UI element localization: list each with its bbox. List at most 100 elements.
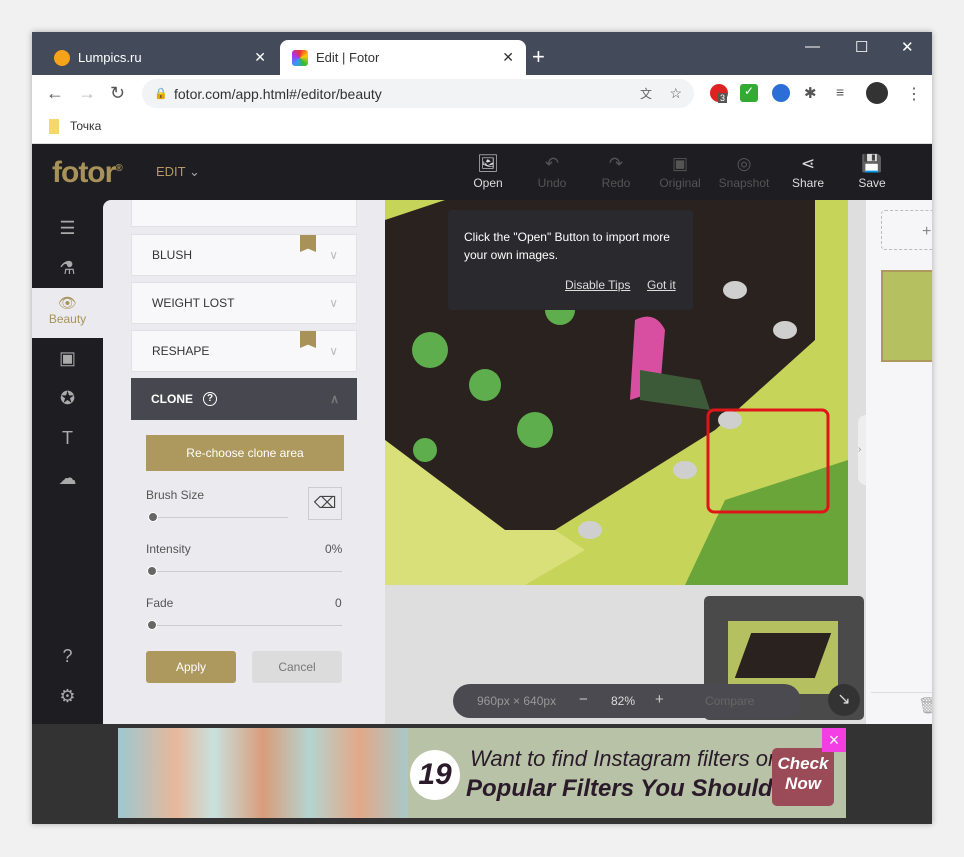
back-icon[interactable]: ←	[46, 83, 64, 104]
beauty-panel: BLUSH ∨ WEIGHT LOST ∨ RESHAPE ∨ CLONE? ∧ Re-…	[103, 200, 385, 724]
tab-lumpics[interactable]: Lumpics.ru ✕	[42, 40, 278, 75]
fade-label: Fade	[146, 596, 174, 610]
chevron-down-icon: ∨	[329, 248, 338, 262]
zoom-bar: 960px × 640px − 82% + Compare	[453, 684, 801, 718]
help-icon[interactable]: ?	[203, 392, 217, 406]
tips-popup: Click the "Open" Button to import more y…	[448, 210, 693, 310]
redo-button[interactable]: ↷ Redo	[586, 154, 646, 190]
save-button[interactable]: 💾 Save	[842, 154, 902, 190]
translate-icon[interactable]: 文	[640, 85, 652, 102]
zoom-out-button[interactable]: −	[579, 691, 588, 708]
rail-item-beauty[interactable]: 👁 Beauty	[32, 288, 103, 338]
original-icon: ▣	[671, 154, 689, 173]
fade-handle[interactable]	[147, 620, 157, 630]
puzzle-icon[interactable]: ✱	[804, 84, 822, 102]
maximize-icon[interactable]: ☐	[855, 38, 868, 56]
lock-icon: 🔒	[154, 88, 168, 100]
share-icon: ⋖	[800, 154, 816, 173]
browser-window: Lumpics.ru ✕ Edit | Fotor ✕ + — ☐ ✕ ← → ↻ …	[32, 32, 932, 824]
brush-size-label: Brush Size	[146, 488, 205, 502]
url-text: fotor.com/app.html#/editor/beauty	[174, 85, 382, 102]
folder-icon	[49, 119, 59, 134]
fotor-logo[interactable]: fotor®	[52, 156, 123, 190]
star-icon[interactable]: ☆	[669, 85, 682, 102]
snapshot-button[interactable]: ◎ Snapshot	[714, 154, 774, 190]
accordion-clone[interactable]: CLONE? ∧	[131, 378, 357, 420]
help-icon[interactable]: ?	[32, 646, 103, 667]
image-thumbnail[interactable]	[881, 270, 932, 362]
ad-number: 19	[410, 750, 460, 800]
share-button[interactable]: ⋖ Share	[778, 154, 838, 190]
section-label: WEIGHT LOST	[152, 296, 235, 310]
new-tab-icon[interactable]: +	[532, 44, 545, 70]
tab-label: Edit | Fotor	[316, 50, 380, 65]
opera-extension-icon[interactable]: 3	[710, 84, 728, 103]
undo-button[interactable]: ↶ Undo	[522, 154, 582, 190]
close-ad-button[interactable]: ×	[822, 728, 846, 752]
tool-label: Share	[791, 176, 825, 190]
globe-extension-icon[interactable]	[772, 84, 790, 102]
tab-bar: Lumpics.ru ✕ Edit | Fotor ✕ + — ☐ ✕	[32, 32, 932, 75]
accordion-weight-lost[interactable]: WEIGHT LOST ∨	[131, 282, 357, 324]
menu-icon[interactable]: ⋮	[906, 84, 924, 103]
rechoose-clone-area-button[interactable]: Re-choose clone area	[146, 435, 344, 471]
delete-icon[interactable]: 🗑	[918, 696, 932, 716]
text-icon[interactable]: T	[32, 428, 103, 449]
intensity-handle[interactable]	[147, 566, 157, 576]
disable-tips-link[interactable]: Disable Tips	[565, 276, 630, 294]
compare-button[interactable]: Compare	[705, 694, 754, 708]
close-window-icon[interactable]: ✕	[901, 38, 914, 56]
zoom-in-button[interactable]: +	[655, 691, 664, 708]
url-input[interactable]: 🔒 fotor.com/app.html#/editor/beauty 文 ☆	[142, 79, 694, 108]
intensity-slider[interactable]	[150, 571, 342, 572]
badge: 3	[718, 93, 728, 103]
fotor-favicon	[292, 49, 308, 66]
apply-button[interactable]: Apply	[146, 651, 236, 683]
intensity-value: 0%	[325, 542, 343, 556]
check-now-button[interactable]: Check Now	[772, 748, 834, 806]
sticker-star-icon[interactable]: ✪	[32, 388, 103, 409]
accordion-blush[interactable]: BLUSH ∨	[131, 234, 357, 276]
edit-mode-dropdown[interactable]: EDIT ⌄	[156, 164, 200, 180]
advertisement-banner[interactable]: 19 Want to find Instagram filters online…	[118, 728, 846, 818]
snapshot-icon: ◎	[736, 154, 752, 173]
left-rail: ☰ ⚗ 👁 Beauty ▣ ✪ T ☁ ? ⚙	[32, 200, 103, 724]
collapse-navigator-icon[interactable]: ↘	[828, 684, 860, 716]
tab-label: Lumpics.ru	[78, 50, 142, 65]
tab-fotor[interactable]: Edit | Fotor ✕	[280, 40, 526, 75]
cancel-button[interactable]: Cancel	[252, 651, 342, 683]
check-extension-icon[interactable]: ✓	[740, 84, 758, 102]
chevron-down-icon: ⌄	[189, 164, 200, 179]
eye-icon: 👁	[57, 295, 78, 312]
minimize-icon[interactable]: —	[805, 38, 820, 55]
adjust-icon[interactable]: ☰	[32, 218, 103, 239]
frames-icon[interactable]: ▣	[32, 348, 103, 369]
open-button[interactable]: 🖼 Open	[458, 154, 518, 190]
accordion-reshape[interactable]: RESHAPE ∨	[131, 330, 357, 372]
eraser-button[interactable]: ⌫	[308, 487, 342, 520]
avatar[interactable]	[866, 82, 888, 104]
original-button[interactable]: ▣ Original	[650, 154, 710, 190]
upload-cloud-icon[interactable]: ☁	[32, 468, 103, 489]
close-tab-icon[interactable]: ✕	[254, 49, 266, 66]
redo-icon: ↷	[608, 154, 624, 173]
settings-icon[interactable]: ⚙	[32, 686, 103, 707]
premium-gem-icon	[300, 331, 316, 348]
effects-flask-icon[interactable]: ⚗	[32, 258, 103, 279]
accordion-item-prev[interactable]	[131, 200, 357, 227]
fade-slider[interactable]	[150, 625, 342, 626]
section-label: CLONE	[151, 392, 193, 406]
reload-icon[interactable]: ↻	[110, 83, 125, 104]
tool-label: Undo	[537, 176, 567, 190]
bookmark-tochka[interactable]: Точка	[70, 119, 101, 133]
media-icon[interactable]: ≡	[836, 84, 854, 102]
forward-icon[interactable]: →	[78, 83, 96, 104]
brush-size-slider[interactable]	[150, 517, 288, 518]
close-tab-icon[interactable]: ✕	[502, 49, 514, 66]
add-image-button[interactable]: +	[881, 210, 932, 250]
save-icon: 💾	[861, 154, 883, 173]
got-it-link[interactable]: Got it	[647, 276, 676, 294]
brush-size-handle[interactable]	[148, 512, 158, 522]
address-bar: ← → ↻ 🔒 fotor.com/app.html#/editor/beauty…	[32, 75, 932, 112]
tool-label: Original	[659, 176, 701, 190]
